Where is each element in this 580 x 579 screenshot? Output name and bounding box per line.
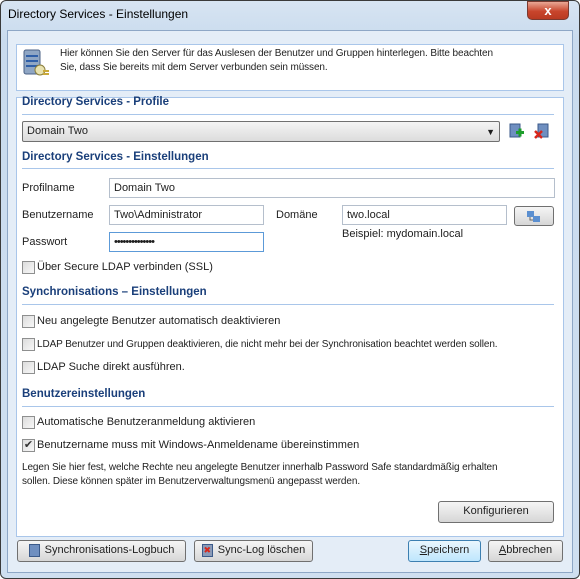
cancel-label: bbrechen bbox=[506, 544, 553, 556]
sync-log-delete-label: Sync-Log löschen bbox=[217, 544, 306, 556]
save-label: peichern bbox=[427, 544, 470, 556]
passwort-input[interactable]: •••••••••••••• bbox=[109, 232, 264, 252]
delete-log-icon: ✖ bbox=[201, 543, 213, 557]
close-button[interactable]: x bbox=[527, 1, 569, 20]
user-info-text-1: Legen Sie hier fest, welche Rechte neu a… bbox=[22, 462, 498, 473]
user-option-label: Benutzername muss mit Windows-Anmeldenam… bbox=[37, 439, 360, 451]
profile-select-value: Domain Two bbox=[27, 125, 88, 137]
sync-log-button[interactable]: Synchronisations-Logbuch bbox=[17, 540, 186, 562]
add-profile-icon[interactable] bbox=[508, 122, 526, 140]
user-heading: Benutzereinstellungen bbox=[22, 388, 146, 400]
profile-select[interactable]: Domain Two ▼ bbox=[22, 121, 500, 142]
window-title: Directory Services - Einstellungen bbox=[8, 7, 189, 21]
configure-button[interactable]: Konfigurieren bbox=[438, 501, 554, 523]
benutzername-label: Benutzername bbox=[22, 209, 94, 221]
log-book-icon bbox=[28, 543, 40, 557]
divider bbox=[22, 114, 554, 115]
divider bbox=[22, 304, 554, 305]
profile-heading: Directory Services - Profile bbox=[22, 96, 170, 108]
sync-option-label: LDAP Suche direkt ausführen. bbox=[37, 361, 185, 373]
divider bbox=[22, 406, 554, 407]
chevron-down-icon: ▼ bbox=[486, 127, 495, 137]
cancel-button[interactable]: Abbrechen bbox=[488, 540, 563, 562]
profilname-label: Profilname bbox=[22, 182, 75, 194]
sync-option-label: Neu angelegte Benutzer automatisch deakt… bbox=[37, 315, 281, 327]
sync-option-checkbox[interactable] bbox=[22, 315, 35, 328]
settings-heading: Directory Services - Einstellungen bbox=[22, 151, 209, 163]
domain-example: Beispiel: mydomain.local bbox=[342, 228, 464, 240]
save-mnemonic: S bbox=[419, 544, 428, 556]
sync-option-checkbox[interactable] bbox=[22, 338, 35, 351]
sync-option-label: LDAP Benutzer und Gruppen deaktivieren, … bbox=[37, 339, 498, 350]
user-info-text-2: sollen. Diese können später im Benutzerv… bbox=[22, 476, 360, 487]
sync-log-delete-button[interactable]: ✖ Sync-Log löschen bbox=[194, 540, 313, 562]
checkmark-icon: ✔ bbox=[23, 439, 34, 451]
info-text-2: Sie, dass Sie bereits mit dem Server ver… bbox=[60, 62, 328, 73]
save-button[interactable]: Speichern bbox=[408, 540, 481, 562]
domaene-label: Domäne bbox=[276, 209, 318, 221]
profilname-input[interactable]: Domain Two bbox=[109, 178, 555, 198]
ssl-checkbox[interactable] bbox=[22, 261, 35, 274]
benutzername-input[interactable]: Two\Administrator bbox=[109, 205, 264, 225]
divider bbox=[22, 168, 554, 169]
network-icon bbox=[527, 211, 540, 222]
server-plug-icon bbox=[23, 49, 49, 76]
info-text-1: Hier können Sie den Server für das Ausle… bbox=[60, 48, 493, 59]
passwort-label: Passwort bbox=[22, 236, 68, 248]
domaene-input[interactable]: two.local bbox=[342, 205, 507, 225]
ssl-label: Über Secure LDAP verbinden (SSL) bbox=[37, 261, 213, 273]
sync-heading: Synchronisations – Einstellungen bbox=[22, 286, 207, 298]
user-option-checkbox[interactable]: ✔ bbox=[22, 439, 35, 452]
user-option-checkbox[interactable] bbox=[22, 416, 35, 429]
sync-option-checkbox[interactable] bbox=[22, 361, 35, 374]
user-option-label: Automatische Benutzeranmeldung aktiviere… bbox=[37, 416, 256, 428]
browse-domain-button[interactable] bbox=[514, 206, 554, 226]
delete-profile-icon[interactable] bbox=[533, 122, 551, 140]
sync-log-label: Synchronisations-Logbuch bbox=[44, 544, 175, 556]
